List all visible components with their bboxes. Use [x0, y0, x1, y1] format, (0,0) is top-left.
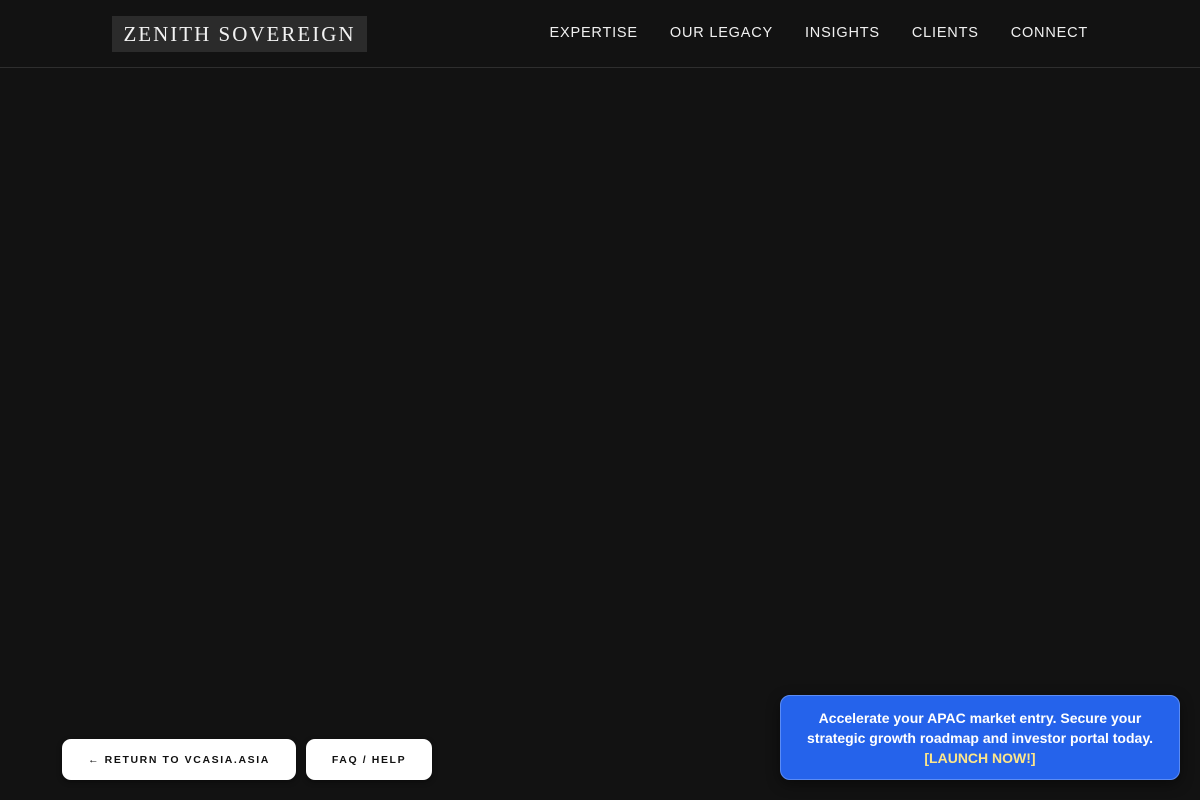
hero-section: [0, 68, 1200, 800]
site-logo[interactable]: ZENITH SOVEREIGN: [112, 16, 367, 52]
page: ZENITH SOVEREIGN EXPERTISE OUR LEGACY IN…: [0, 0, 1200, 800]
nav-link-expertise[interactable]: EXPERTISE: [550, 25, 638, 41]
faq-help-button[interactable]: FAQ / HELP: [306, 739, 432, 780]
promo-banner: Accelerate your APAC market entry. Secur…: [780, 695, 1180, 780]
nav-link-our-legacy[interactable]: OUR LEGACY: [670, 25, 773, 41]
nav-link-clients[interactable]: CLIENTS: [912, 25, 979, 41]
main-nav: EXPERTISE OUR LEGACY INSIGHTS CLIENTS CO…: [550, 0, 1088, 66]
nav-link-insights[interactable]: INSIGHTS: [805, 25, 880, 41]
nav-link-connect[interactable]: CONNECT: [1011, 25, 1088, 41]
return-to-vcasia-button[interactable]: ← RETURN TO VCASIA.ASIA: [62, 739, 296, 780]
launch-now-link[interactable]: [LAUNCH NOW!]: [924, 750, 1035, 766]
top-navigation-bar: ZENITH SOVEREIGN EXPERTISE OUR LEGACY IN…: [0, 0, 1200, 68]
promo-message: Accelerate your APAC market entry. Secur…: [807, 710, 1153, 746]
